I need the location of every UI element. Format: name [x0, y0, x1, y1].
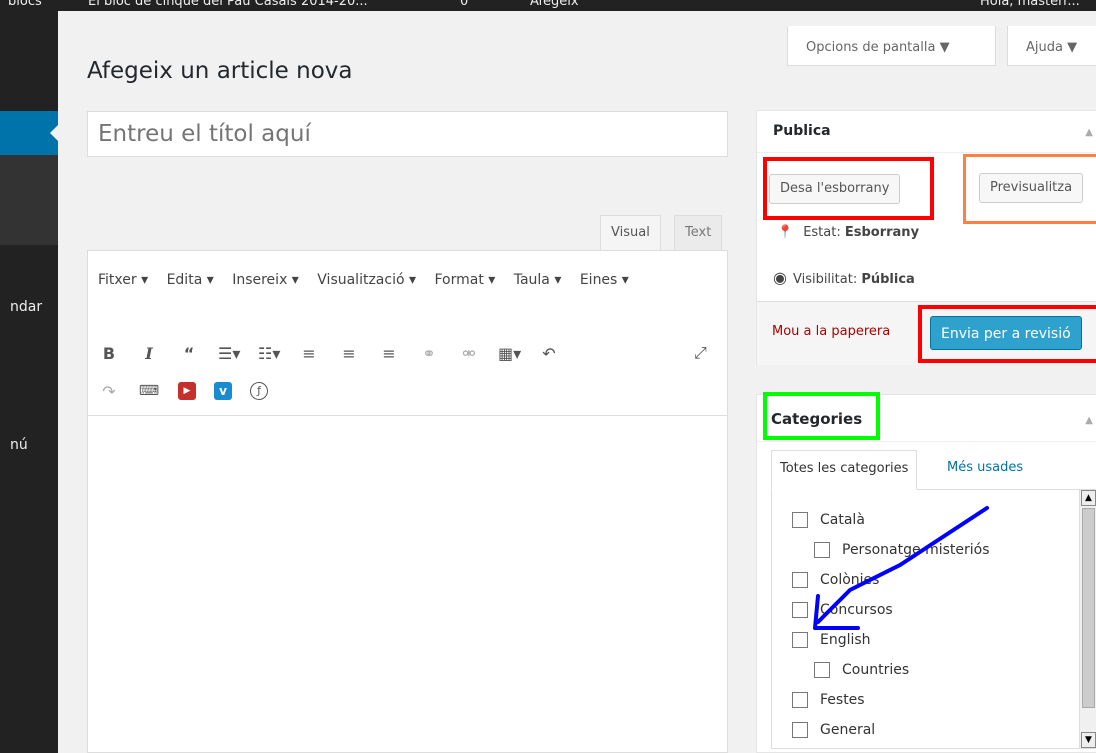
blockquote-icon[interactable]: “ [178, 344, 200, 363]
undo-icon[interactable]: ↶ [538, 344, 560, 363]
visibility-label: Visibilitat: [792, 272, 858, 287]
green-highlight-categories [763, 392, 880, 440]
bold-icon[interactable]: B [98, 344, 120, 363]
category-checkbox[interactable] [792, 602, 808, 618]
sidebar-item-label[interactable]: nú [10, 437, 28, 453]
status-value: Esborrany [844, 225, 920, 240]
menu-file[interactable]: Fitxer ▾ [98, 261, 148, 299]
numbered-list-icon[interactable]: ☷▾ [258, 344, 280, 363]
visibility-value: Pública [861, 272, 915, 287]
bullet-list-icon[interactable]: ☰▾ [218, 344, 240, 363]
list-item[interactable]: Català [792, 512, 865, 528]
category-checklist: Català Personatge misteriós Colònies Con… [771, 489, 1096, 749]
tab-text[interactable]: Text [674, 215, 723, 251]
category-label: Personatge misteriós [842, 542, 990, 558]
category-label: Festes [820, 692, 865, 708]
italic-icon[interactable]: I [138, 344, 160, 363]
scroll-thumb[interactable] [1082, 508, 1095, 708]
youtube-icon[interactable]: ▶ [178, 382, 196, 400]
visibility-row: ◉ Visibilitat: Pública [773, 268, 915, 287]
vimeo-icon[interactable]: v [214, 382, 232, 400]
menu-format[interactable]: Format ▾ [434, 261, 495, 299]
sidebar-item-label[interactable]: ndar [10, 299, 42, 315]
list-item[interactable]: Colònies [792, 572, 879, 588]
list-item[interactable]: Personatge misteriós [814, 542, 990, 558]
editor-toolbar-row-2: ↷ ⌨ ▶ v ƒ [98, 377, 268, 405]
category-checkbox[interactable] [814, 662, 830, 678]
tab-all-categories[interactable]: Totes les categories [771, 450, 918, 490]
category-checkbox[interactable] [792, 572, 808, 588]
sidebar-active-arrow [50, 125, 58, 141]
editor-toolbar-row-1: B I “ ☰▾ ☷▾ ≡ ≡ ≡ ⚭ ⚮ ▦▾ ↶ [98, 339, 560, 367]
category-checkbox[interactable] [814, 542, 830, 558]
scroll-down-icon[interactable]: ▼ [1081, 732, 1096, 748]
status-row: 📍 Estat: Esborrany [777, 225, 919, 240]
tab-visual[interactable]: Visual [600, 215, 661, 251]
status-label: Estat: [803, 225, 841, 240]
post-editor[interactable]: Fitxer ▾ Edita ▾ Insereix ▾ Visualitzaci… [87, 250, 728, 753]
list-item[interactable]: General [792, 722, 875, 738]
admin-bar: blocs El bloc de cinque del Pau Casals 2… [0, 0, 1096, 11]
list-item[interactable]: Countries [814, 662, 909, 678]
publish-box-title: Publica [773, 123, 831, 139]
category-label: Català [820, 512, 865, 528]
category-checkbox[interactable] [792, 722, 808, 738]
categories-box: Categories ▲ Totes les categories Més us… [756, 394, 1096, 753]
unlink-icon[interactable]: ⚮ [458, 344, 480, 363]
category-label: Countries [842, 662, 910, 678]
scroll-up-icon[interactable]: ▲ [1081, 490, 1096, 506]
flash-icon[interactable]: ƒ [250, 382, 268, 400]
menu-insert[interactable]: Insereix ▾ [232, 261, 299, 299]
category-checkbox[interactable] [792, 692, 808, 708]
orange-highlight-preview [963, 154, 1096, 224]
eye-icon: ◉ [773, 268, 787, 287]
red-highlight-save-draft [763, 157, 934, 220]
align-center-icon[interactable]: ≡ [338, 344, 360, 363]
help-button[interactable]: Ajuda ▼ [1007, 26, 1096, 66]
admin-bar-greeting[interactable]: Hola, masterr... [980, 0, 1080, 9]
pin-icon: 📍 [777, 225, 794, 240]
admin-sidebar: ndar nú [0, 11, 58, 753]
editor-toolbar-separator [88, 415, 727, 416]
divider [757, 152, 1096, 153]
category-label: Concursos [820, 602, 893, 618]
category-scrollbar[interactable]: ▲ ▼ [1079, 490, 1096, 748]
screen-options-button[interactable]: Opcions de pantalla ▼ [787, 26, 996, 66]
move-to-trash-link[interactable]: Mou a la paperera [772, 324, 890, 339]
admin-bar-comments-count[interactable]: 0 [460, 0, 468, 9]
list-item[interactable]: Festes [792, 692, 865, 708]
divider [757, 441, 1096, 442]
redo-icon[interactable]: ↷ [98, 382, 120, 401]
link-icon[interactable]: ⚭ [418, 344, 440, 363]
list-item[interactable]: English [792, 632, 871, 648]
align-right-icon[interactable]: ≡ [378, 344, 400, 363]
category-label: Colònies [820, 572, 880, 588]
list-item[interactable]: Concursos [792, 602, 893, 618]
menu-tools[interactable]: Eines ▾ [580, 261, 629, 299]
page-title: Afegeix un article nova [87, 58, 353, 84]
table-icon[interactable]: ▦▾ [498, 344, 521, 363]
menu-view[interactable]: Visualització ▾ [317, 261, 416, 299]
collapse-icon[interactable]: ▲ [1085, 415, 1093, 426]
fullscreen-icon[interactable]: ⤢ [694, 343, 707, 363]
admin-bar-new-link[interactable]: Afegeix [530, 0, 579, 9]
admin-bar-site-name[interactable]: El bloc de cinque del Pau Casals 2014-20… [88, 0, 368, 9]
category-checkbox[interactable] [792, 632, 808, 648]
post-title-input[interactable] [87, 111, 728, 157]
admin-bar-sites-link[interactable]: blocs [8, 0, 42, 9]
red-highlight-submit [918, 305, 1096, 363]
keyboard-icon[interactable]: ⌨ [138, 383, 160, 399]
menu-table[interactable]: Taula ▾ [514, 261, 562, 299]
collapse-icon[interactable]: ▲ [1085, 127, 1093, 138]
menu-edit[interactable]: Edita ▾ [167, 261, 214, 299]
tab-most-used[interactable]: Més usades [947, 460, 1023, 475]
category-label: English [820, 632, 871, 648]
editor-menubar: Fitxer ▾ Edita ▾ Insereix ▾ Visualitzaci… [98, 261, 708, 299]
align-left-icon[interactable]: ≡ [298, 344, 320, 363]
category-checkbox[interactable] [792, 512, 808, 528]
sidebar-submenu [0, 155, 58, 245]
category-label: General [820, 722, 876, 738]
